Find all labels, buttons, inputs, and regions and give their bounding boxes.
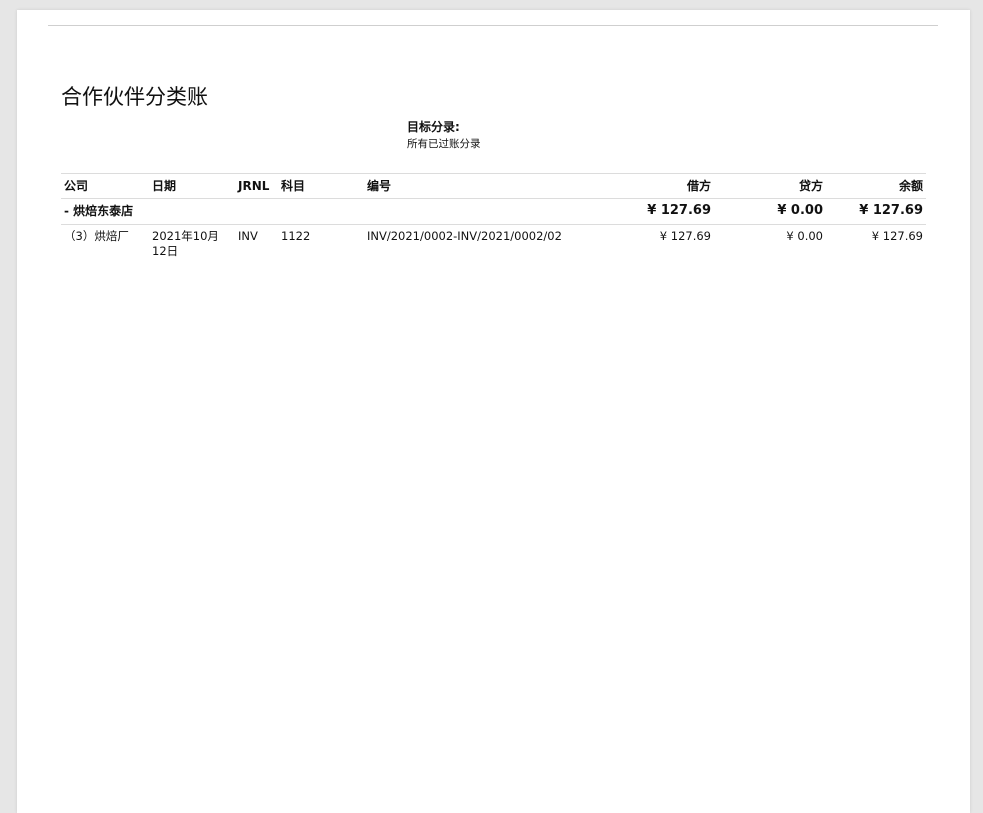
- filter-label: 目标分录:: [407, 120, 460, 134]
- line-date: 2021年10月12日: [152, 229, 219, 258]
- header-balance: 余额: [898, 179, 923, 193]
- target-moves-filter: 目标分录: 所有已过账分录: [407, 119, 607, 152]
- line-ref: INV/2021/0002-INV/2021/0002/02: [367, 229, 562, 243]
- table-header-row: 公司 日期 JRNL 科目 编号 借方 贷方 余额: [61, 173, 926, 199]
- line-company: （3）烘焙厂: [64, 229, 129, 243]
- partner-credit-total: ¥ 0.00: [777, 203, 823, 218]
- header-account: 科目: [281, 179, 306, 193]
- header-divider: [48, 25, 938, 26]
- partner-ledger-table: 公司 日期 JRNL 科目 编号 借方 贷方 余额 - 烘焙东泰店 ¥ 127.…: [61, 173, 926, 259]
- header-debit: 借方: [686, 179, 711, 193]
- line-jrnl: INV: [238, 229, 258, 243]
- partner-name: - 烘焙东泰店: [64, 204, 134, 218]
- line-balance: ¥ 127.69: [871, 229, 923, 243]
- header-ref: 编号: [367, 179, 392, 193]
- line-credit: ¥ 0.00: [786, 229, 823, 243]
- partner-balance-total: ¥ 127.69: [859, 203, 923, 218]
- header-date: 日期: [152, 179, 177, 193]
- table-row: （3）烘焙厂 2021年10月12日 INV 1122 INV/2021/000…: [61, 225, 926, 260]
- report-page: 合作伙伴分类账 目标分录: 所有已过账分录 公司 日期 JRNL 科目 编号 借…: [17, 10, 970, 813]
- header-jrnl: JRNL: [238, 179, 270, 193]
- partner-group-row: - 烘焙东泰店 ¥ 127.69 ¥ 0.00 ¥ 127.69: [61, 199, 926, 225]
- header-company: 公司: [64, 179, 89, 193]
- line-debit: ¥ 127.69: [659, 229, 711, 243]
- line-account: 1122: [281, 229, 311, 243]
- filter-value: 所有已过账分录: [407, 138, 481, 150]
- partner-debit-total: ¥ 127.69: [647, 203, 711, 218]
- header-credit: 贷方: [798, 179, 823, 193]
- report-title: 合作伙伴分类账: [61, 85, 208, 109]
